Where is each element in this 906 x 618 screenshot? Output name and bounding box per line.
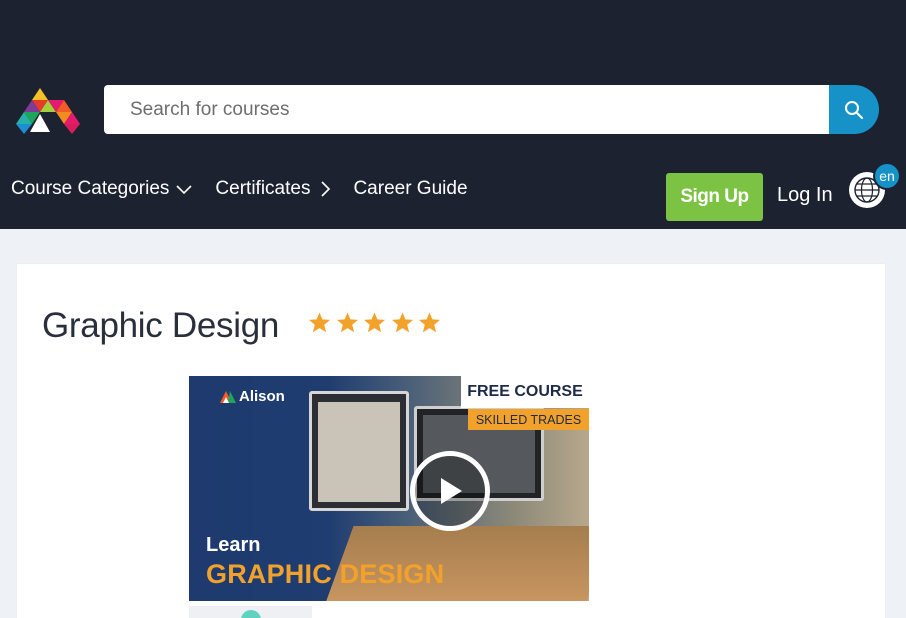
star-icon — [418, 312, 441, 333]
language-code-badge[interactable]: en — [873, 162, 901, 190]
alison-logo-icon — [220, 390, 236, 403]
star-icon — [336, 312, 358, 333]
nav-label: Certificates — [215, 178, 311, 199]
star-icon — [308, 312, 331, 333]
nav-course-categories[interactable]: Course Categories — [11, 178, 193, 200]
alison-logo-icon[interactable] — [16, 88, 80, 134]
thumbnail-course-name: GRAPHIC DESIGN — [206, 559, 445, 589]
nav-certificates[interactable]: Certificates — [215, 178, 331, 200]
star-icon — [391, 312, 413, 333]
log-in-link[interactable]: Log In — [777, 184, 833, 207]
search-input[interactable] — [104, 85, 830, 134]
play-button[interactable] — [410, 451, 490, 531]
category-badge: SKILLED TRADES — [468, 409, 589, 430]
thumbnail-learn-text: Learn — [206, 534, 261, 556]
search-icon — [845, 100, 863, 119]
free-course-badge: FREE COURSE — [461, 376, 589, 408]
main-nav: Course Categories Certificates Career Gu… — [11, 178, 490, 200]
thumbnail-brand: Alison — [220, 388, 285, 405]
sign-up-button[interactable]: Sign Up — [666, 173, 763, 221]
course-video-thumbnail[interactable]: Alison FREE COURSE SKILLED TRADES Learn … — [189, 376, 589, 601]
search-button[interactable] — [829, 85, 879, 134]
nav-label: Career Guide — [353, 178, 468, 199]
thumbnail-monitor — [309, 391, 409, 511]
play-icon — [441, 478, 462, 504]
chevron-right-icon — [321, 181, 331, 197]
search-bar — [104, 85, 879, 134]
rating-stars — [308, 311, 446, 334]
nav-career-guide[interactable]: Career Guide — [353, 178, 467, 200]
course-title: Graphic Design — [42, 306, 280, 345]
star-icon — [363, 312, 386, 333]
nav-label: Course Categories — [11, 178, 170, 199]
chevron-down-icon — [176, 185, 192, 195]
thumbnail-brand-label: Alison — [239, 388, 285, 405]
